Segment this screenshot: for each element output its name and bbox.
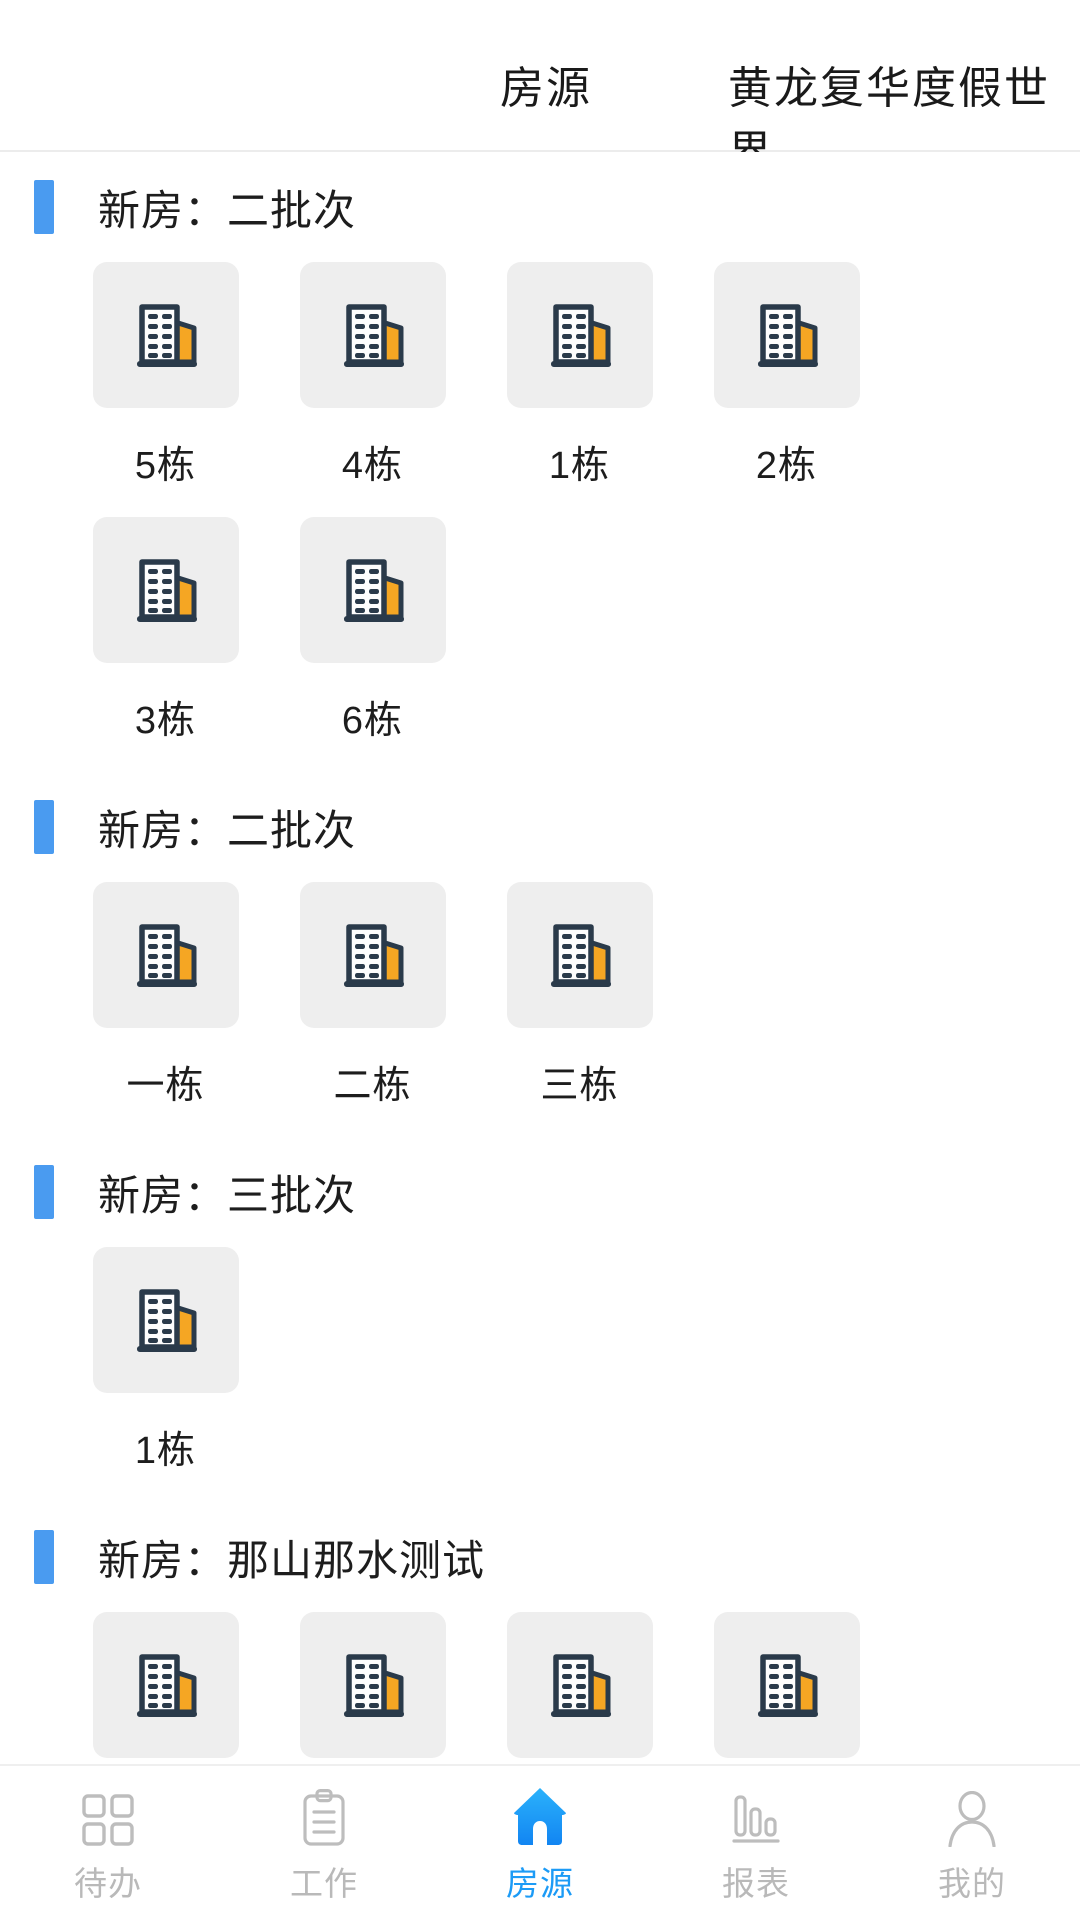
tab-listings[interactable]: 房源 — [432, 1766, 648, 1920]
grid-icon — [81, 1789, 135, 1847]
building-icon[interactable] — [299, 1612, 446, 1758]
section-accent-bar — [34, 1165, 54, 1219]
section-header: 新房：二批次 — [0, 152, 1080, 262]
building-tile-label: 5栋 — [134, 445, 197, 487]
building-tile-label: 二栋 — [333, 1065, 412, 1107]
bottom-tab-bar: 待办 工作 房源 报表 我的 — [0, 1764, 1080, 1920]
section-header: 新房：二批次 — [0, 772, 1080, 882]
building-icon[interactable] — [506, 262, 653, 408]
building-icon[interactable] — [92, 517, 239, 663]
building-icon[interactable] — [92, 1247, 239, 1393]
section-accent-bar — [34, 800, 54, 854]
section-list[interactable]: 新房：二批次 5栋 4栋 1栋 2栋 3栋 6栋 新房：二批次 一栋 二栋 三栋 新房：三批次 1栋 新房… — [0, 152, 1080, 1764]
building-grid — [0, 1612, 1080, 1764]
building-tile[interactable]: 一栋 — [62, 882, 269, 1109]
page-title: 房源 — [500, 64, 592, 113]
building-icon[interactable] — [92, 1612, 239, 1758]
building-icon[interactable] — [299, 517, 446, 663]
building-tile[interactable]: 二栋 — [269, 882, 476, 1109]
tab-label: 工作 — [290, 1865, 358, 1902]
building-tile-label: 2栋 — [755, 445, 818, 487]
building-icon[interactable] — [92, 882, 239, 1028]
building-icon[interactable] — [713, 1612, 860, 1758]
building-tile[interactable]: 1栋 — [476, 262, 683, 489]
building-tile[interactable] — [476, 1612, 683, 1764]
section-title: 新房：三批次 — [98, 1171, 357, 1219]
home-icon — [511, 1788, 569, 1847]
building-icon[interactable] — [92, 262, 239, 408]
section-title: 新房：二批次 — [98, 186, 357, 234]
building-icon[interactable] — [506, 882, 653, 1028]
tab-reports[interactable]: 报表 — [648, 1766, 864, 1920]
building-tile[interactable]: 1栋 — [62, 1247, 269, 1474]
tab-todo[interactable]: 待办 — [0, 1766, 216, 1920]
tab-work[interactable]: 工作 — [216, 1766, 432, 1920]
building-tile-label: 3栋 — [134, 700, 197, 742]
batch-section: 新房：那山那水测试 — [0, 1502, 1080, 1764]
building-grid: 1栋 — [0, 1247, 1080, 1502]
batch-section: 新房：三批次 1栋 — [0, 1137, 1080, 1502]
tab-label: 待办 — [74, 1865, 142, 1902]
clipboard-icon — [299, 1789, 349, 1847]
section-title: 新房：那山那水测试 — [98, 1536, 486, 1584]
building-grid: 一栋 二栋 三栋 — [0, 882, 1080, 1137]
tab-mine[interactable]: 我的 — [864, 1766, 1080, 1920]
section-accent-bar — [34, 1530, 54, 1584]
building-tile[interactable] — [62, 1612, 269, 1764]
header-bar: 房源 黄龙复华度假世界 — [0, 0, 1080, 177]
tab-label: 报表 — [722, 1865, 790, 1902]
tab-label: 房源 — [506, 1865, 574, 1902]
app-screen: 房源 黄龙复华度假世界 新房：二批次5栋4栋1栋2栋3栋6栋新房：二批次一栋二栋… — [0, 0, 1080, 1920]
building-tile-label: 6栋 — [341, 700, 404, 742]
building-tile-label: 三栋 — [540, 1065, 619, 1107]
batch-section: 新房：二批次一栋 二栋 三栋 — [0, 772, 1080, 1137]
building-tile[interactable]: 4栋 — [269, 262, 476, 489]
person-icon — [945, 1789, 999, 1847]
building-tile-label: 1栋 — [548, 445, 611, 487]
tab-label: 我的 — [938, 1865, 1006, 1902]
bar-chart-icon — [729, 1789, 783, 1847]
building-icon[interactable] — [713, 262, 860, 408]
section-header: 新房：三批次 — [0, 1137, 1080, 1247]
building-tile[interactable]: 三栋 — [476, 882, 683, 1109]
section-header: 新房：那山那水测试 — [0, 1502, 1080, 1612]
building-grid: 5栋 4栋 1栋 2栋 3栋 6栋 — [0, 262, 1080, 772]
building-icon[interactable] — [506, 1612, 653, 1758]
batch-section: 新房：二批次 5栋 4栋 1栋 2栋 3栋 6栋 — [0, 152, 1080, 772]
building-tile[interactable]: 3栋 — [62, 517, 269, 744]
building-icon[interactable] — [299, 882, 446, 1028]
building-tile[interactable]: 6栋 — [269, 517, 476, 744]
building-tile-label: 一栋 — [126, 1065, 205, 1107]
building-tile-label: 1栋 — [134, 1430, 197, 1472]
building-icon[interactable] — [299, 262, 446, 408]
building-tile[interactable]: 5栋 — [62, 262, 269, 489]
section-accent-bar — [34, 180, 54, 234]
section-title: 新房：二批次 — [98, 806, 357, 854]
building-tile[interactable] — [683, 1612, 890, 1764]
building-tile[interactable]: 2栋 — [683, 262, 890, 489]
building-tile[interactable] — [269, 1612, 476, 1764]
building-tile-label: 4栋 — [341, 445, 404, 487]
